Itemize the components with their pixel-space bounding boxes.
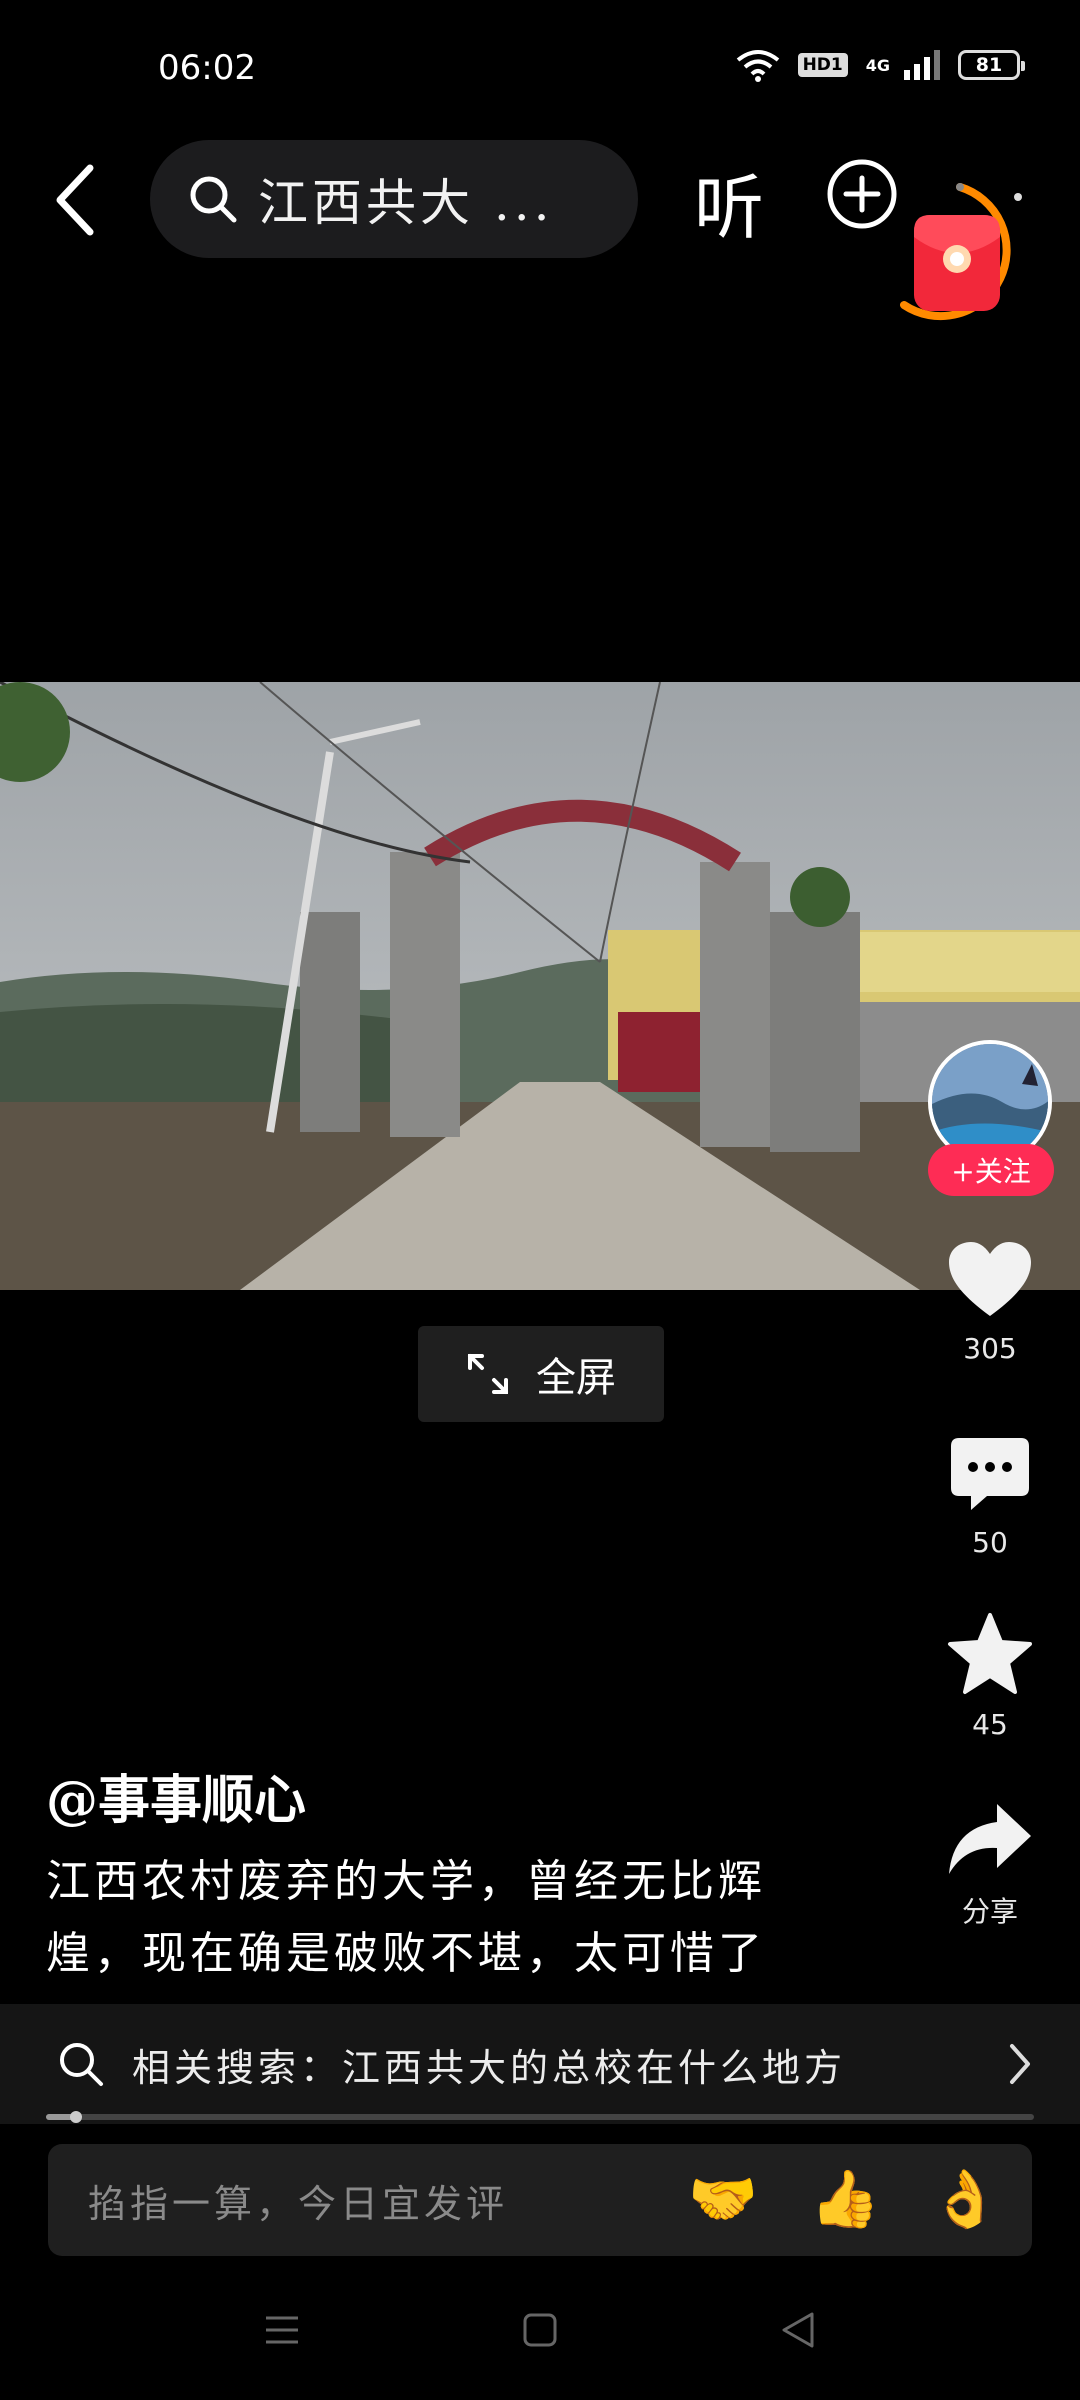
favorite-action[interactable]: 45 [920, 1612, 1060, 1741]
comment-bubble-icon [951, 1438, 1029, 1510]
fullscreen-button[interactable]: 全屏 [418, 1326, 664, 1422]
status-time: 06:02 [158, 48, 256, 88]
share-label: 分享 [961, 1895, 1018, 1928]
comment-input[interactable]: 掐指一算，今日宜发评 🤝 👍 👌 [48, 2144, 1032, 2256]
share-arrow-icon [949, 1804, 1031, 1874]
search-query: 江西共大 ... [258, 174, 554, 232]
handshake-emoji-button[interactable]: 🤝 [688, 2166, 758, 2234]
search-icon [60, 2043, 103, 2086]
network-type-label: 4G [865, 55, 890, 75]
description-line-1: 江西农村废弃的大学，曾经无比辉 [46, 1856, 766, 1907]
home-icon[interactable] [520, 2310, 560, 2350]
share-action[interactable]: 分享 [920, 1800, 1060, 1930]
author-name[interactable]: @事事顺心 [46, 1758, 306, 1833]
description-line-2: 煌，现在确是破败不堪，太可惜了 [46, 1928, 766, 1979]
thumbs-up-emoji-button[interactable]: 👍 [810, 2166, 880, 2234]
related-search-text: 相关搜索：江西共大的总校在什么地方 [132, 2045, 847, 2090]
fullscreen-label: 全屏 [536, 1355, 616, 1401]
follow-button[interactable]: +关注 [928, 1144, 1054, 1196]
star-icon [948, 1613, 1032, 1694]
related-search-bar[interactable]: 相关搜索：江西共大的总校在什么地方 [0, 2004, 1080, 2124]
expand-icon [468, 1354, 508, 1394]
wifi-icon [736, 50, 779, 82]
ok-hand-emoji-button[interactable]: 👌 [930, 2166, 1000, 2234]
hd-voice-badge: HD1 [797, 53, 848, 77]
heart-icon [949, 1242, 1031, 1316]
video-description: 江西农村废弃的大学，曾经无比辉 煌，现在确是破败不堪，太可惜了 [46, 1846, 846, 1990]
like-action[interactable]: 305 [920, 1240, 1060, 1365]
chevron-right-icon [1010, 2044, 1030, 2084]
add-circle-icon[interactable] [826, 158, 898, 230]
playback-progress-bar[interactable] [46, 2111, 1034, 2123]
listen-button[interactable]: 听 [694, 152, 764, 253]
video-player[interactable] [0, 682, 1080, 1290]
signal-icon [904, 50, 940, 80]
status-icons: HD1 4G 81 [736, 48, 1025, 82]
favorite-count: 45 [972, 1708, 1008, 1741]
battery-icon: 81 [958, 50, 1025, 80]
menu-icon[interactable] [262, 2310, 302, 2350]
red-packet-icon[interactable] [890, 175, 1040, 335]
like-count: 305 [963, 1332, 1017, 1365]
progress-knob[interactable] [69, 2111, 82, 2123]
search-icon [190, 176, 237, 223]
comment-placeholder: 掐指一算，今日宜发评 [88, 2181, 509, 2226]
battery-level: 81 [975, 54, 1003, 76]
back-triangle-icon[interactable] [778, 2310, 818, 2350]
comment-count: 50 [972, 1526, 1008, 1559]
search-box[interactable]: 江西共大 ... [150, 140, 638, 258]
comment-action[interactable]: 50 [920, 1436, 1060, 1559]
back-chevron-icon[interactable] [50, 160, 100, 240]
